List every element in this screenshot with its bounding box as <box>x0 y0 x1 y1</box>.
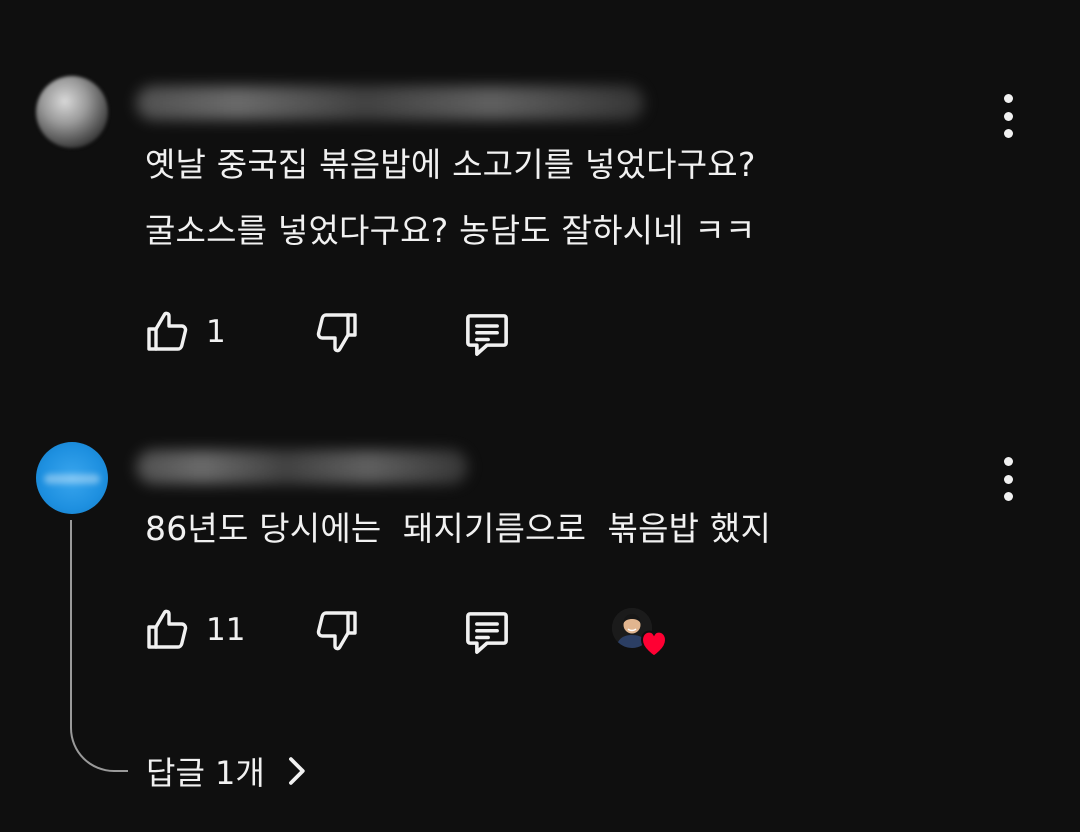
comment-line: 옛날 중국집 볶음밥에 소고기를 넣었다구요? <box>145 145 756 184</box>
comment-line: 86년도 당시에는 돼지기름으로 볶음밥 했지 <box>145 509 772 548</box>
like-count: 1 <box>206 314 226 350</box>
chevron-right-icon <box>288 757 305 785</box>
comment-icon <box>466 612 508 654</box>
author-name-blurred[interactable] <box>136 450 468 484</box>
thumbs-up-icon <box>147 609 188 649</box>
like-count: 11 <box>206 612 246 648</box>
like-button[interactable]: 1 <box>144 308 226 356</box>
comments-screen: 옛날 중국집 볶음밥에 소고기를 넣었다구요? 굴소스를 넣었다구요? 농담도 잘… <box>0 0 1080 832</box>
avatar[interactable] <box>36 442 108 514</box>
creator-heart-badge <box>612 608 672 660</box>
more-vert-icon[interactable] <box>998 457 1018 501</box>
thumbs-up-icon <box>147 311 188 351</box>
comment-line: 굴소스를 넣었다구요? 농담도 잘하시네 ㅋㅋ <box>145 211 756 250</box>
reply-button[interactable] <box>460 606 514 660</box>
dislike-button[interactable] <box>312 308 360 356</box>
more-vert-icon[interactable] <box>998 94 1018 138</box>
thumbs-down-icon <box>316 611 357 651</box>
avatar[interactable] <box>36 76 108 148</box>
thumbs-down-icon <box>316 313 357 353</box>
replies-label: 답글 1개 <box>146 754 265 792</box>
comment-text: 옛날 중국집 볶음밥에 소고기를 넣었다구요? 굴소스를 넣었다구요? 농담도 잘… <box>145 132 756 264</box>
view-replies-button[interactable]: 답글 1개 <box>146 748 307 794</box>
heart-icon <box>640 630 668 658</box>
reply-button[interactable] <box>460 308 514 362</box>
thread-connector-line <box>70 520 128 772</box>
comment-icon <box>466 314 508 356</box>
comment-text: 86년도 당시에는 돼지기름으로 볶음밥 했지 <box>145 496 771 562</box>
author-name-blurred[interactable] <box>136 86 644 120</box>
dislike-button[interactable] <box>312 606 360 654</box>
like-button[interactable]: 11 <box>144 606 245 654</box>
